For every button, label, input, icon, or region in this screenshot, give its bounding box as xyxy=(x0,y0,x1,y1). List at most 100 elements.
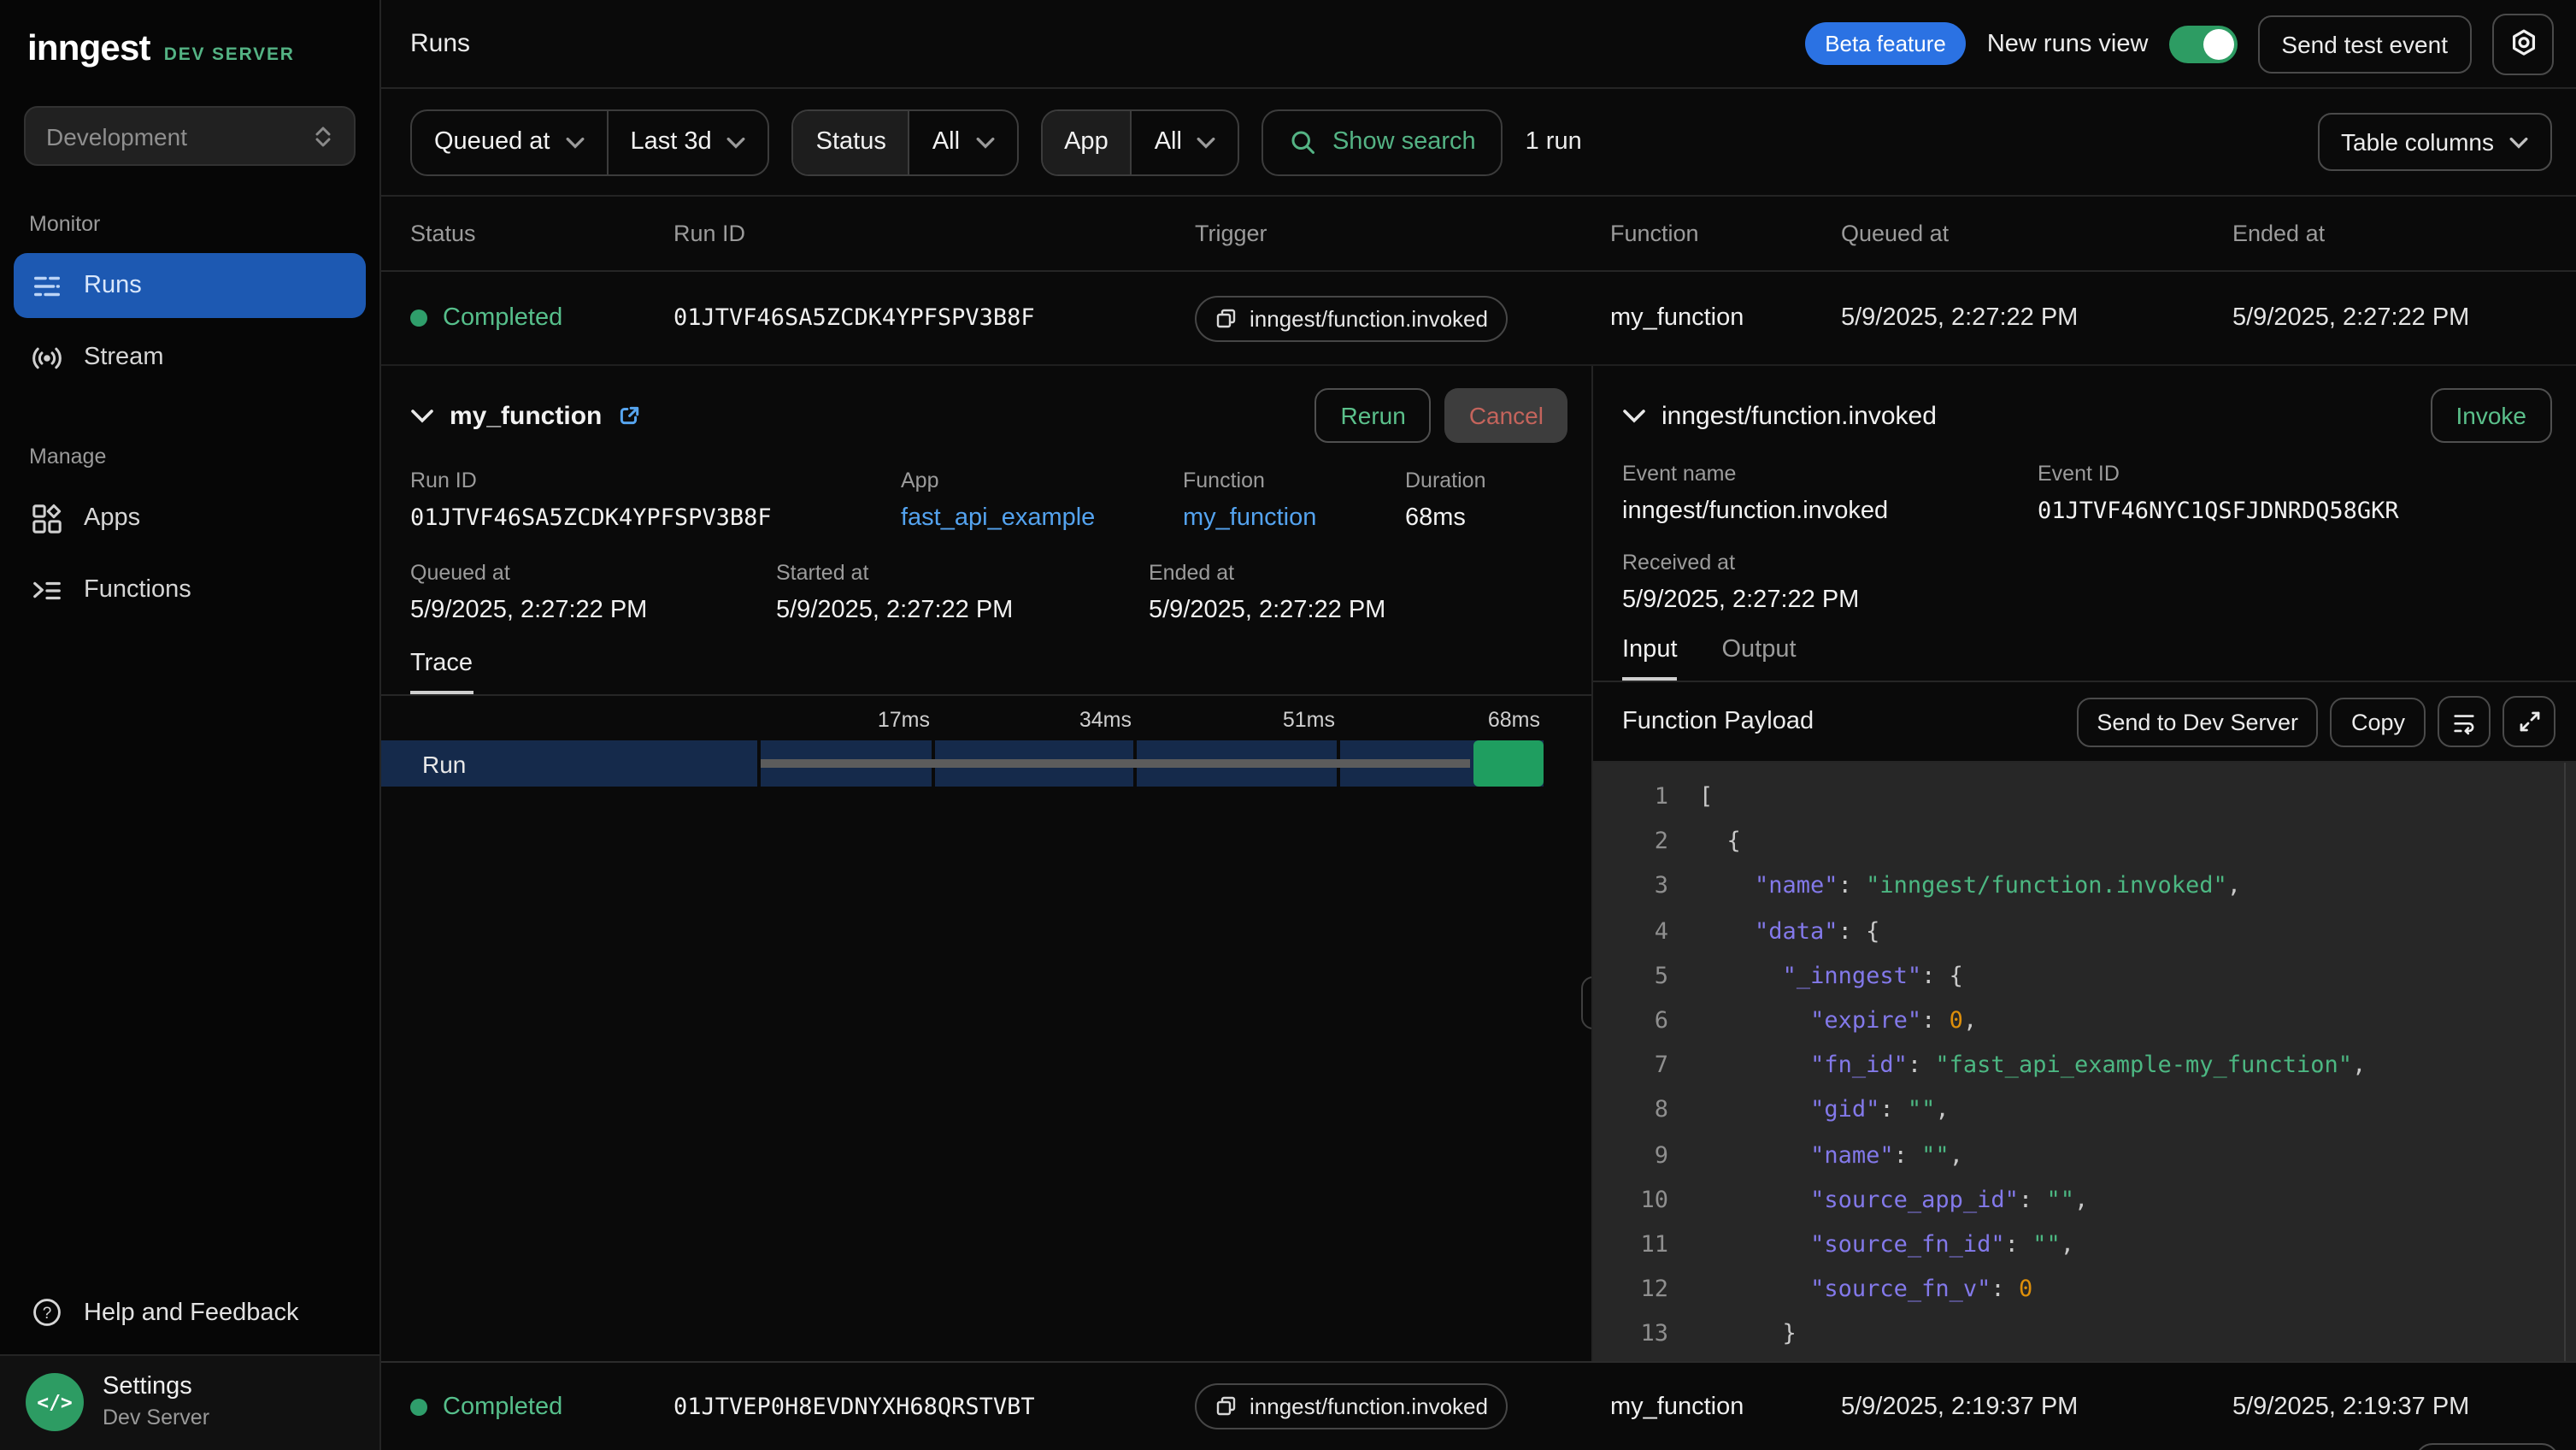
code-line: { xyxy=(1699,819,2576,864)
run-detail-split: my_function Rerun Cancel Run ID 01JTVF46… xyxy=(381,366,2576,1361)
new-runs-view-toggle[interactable] xyxy=(2168,25,2237,62)
app-filter-label-seg[interactable]: App xyxy=(1042,110,1131,174)
page-title: Runs xyxy=(410,29,470,58)
settings-row[interactable]: </> Settings Dev Server xyxy=(0,1354,379,1450)
send-test-event-button[interactable]: Send test event xyxy=(2257,15,2472,73)
event-icon xyxy=(1215,1395,1238,1418)
duration-field: Duration 68ms xyxy=(1405,469,1486,532)
status-label: Completed xyxy=(443,304,562,332)
trace-tabs: Trace xyxy=(381,648,1591,696)
run-id-cell: 01JTVEP0H8EVDNYXH68QRSTVBT xyxy=(673,1393,1195,1420)
function-field: Function my_function xyxy=(1183,469,1405,532)
chevrons-up-down-icon xyxy=(313,124,333,148)
column-header-queued-at: Queued at xyxy=(1841,221,2232,246)
environment-select-value: Development xyxy=(46,122,187,150)
tab-output[interactable]: Output xyxy=(1722,636,1797,681)
queued-at-filter[interactable]: Queued at xyxy=(412,110,606,174)
chevron-down-icon xyxy=(2509,136,2528,148)
function-payload-code[interactable]: 1234567891011121314 [ { "name": "inngest… xyxy=(1593,763,2576,1361)
event-icon xyxy=(1215,307,1238,329)
settings-gear-button[interactable] xyxy=(2492,13,2554,74)
svg-text:?: ? xyxy=(43,1305,52,1323)
help-and-feedback-label: Help and Feedback xyxy=(84,1299,299,1326)
app-filter-value-seg[interactable]: All xyxy=(1131,110,1238,174)
word-wrap-button[interactable] xyxy=(2438,696,2491,747)
app-field-label: App xyxy=(901,469,1183,492)
sidebar-item-apps-label: Apps xyxy=(84,504,140,532)
sidebar-item-apps[interactable]: Apps xyxy=(14,486,366,551)
show-search-button[interactable]: Show search xyxy=(1262,109,1503,175)
app-filter-value: All xyxy=(1155,128,1182,156)
status-dot-completed xyxy=(410,1398,427,1415)
run-detail-pane: my_function Rerun Cancel Run ID 01JTVF46… xyxy=(381,366,1593,1361)
code-line-number: 13 xyxy=(1593,1312,1668,1357)
received-at-field: Received at 5/9/2025, 2:27:22 PM xyxy=(1593,551,2576,614)
duration-field-value: 68ms xyxy=(1405,504,1486,532)
table-row[interactable]: Completed 01JTVF46SA5ZCDK4YPFSPV3B8F inn… xyxy=(381,272,2576,366)
trace-tick: 34ms xyxy=(1079,708,1132,732)
trace-run-row[interactable]: Run xyxy=(381,740,1591,787)
table-columns-button[interactable]: Table columns xyxy=(2317,113,2552,171)
help-and-feedback[interactable]: ? Help and Feedback xyxy=(0,1296,379,1329)
sidebar-bottom: ? Help and Feedback </> Settings Dev Ser… xyxy=(0,1296,379,1450)
collapse-chevron-icon[interactable] xyxy=(1622,408,1646,423)
time-range-filter[interactable]: Last 3d xyxy=(606,110,768,174)
inngest-logo: inngest xyxy=(27,29,150,70)
invoke-button[interactable]: Invoke xyxy=(2431,388,2553,443)
time-filter-group: Queued at Last 3d xyxy=(410,109,770,175)
runs-icon xyxy=(31,269,63,302)
send-to-dev-server-button[interactable]: Send to Dev Server xyxy=(2076,697,2319,746)
event-detail-header: inngest/function.invoked Invoke xyxy=(1593,383,2576,448)
event-name-field-value: inngest/function.invoked xyxy=(1622,498,2038,525)
tab-input[interactable]: Input xyxy=(1622,636,1678,681)
trigger-pill[interactable]: inngest/function.invoked xyxy=(1195,1383,1509,1429)
filter-bar: Queued at Last 3d Status All xyxy=(381,89,2576,197)
rerun-button[interactable]: Rerun xyxy=(1315,388,1432,443)
status-filter-label-seg[interactable]: Status xyxy=(794,110,909,174)
queued-at-field-label: Queued at xyxy=(410,561,776,585)
code-line-numbers: 1234567891011121314 xyxy=(1593,775,1668,1361)
code-line-number: 10 xyxy=(1593,1178,1668,1223)
function-cell: my_function xyxy=(1610,304,1841,332)
top-bar-actions: Beta feature New runs view Send test eve… xyxy=(1804,13,2554,74)
sidebar-item-stream[interactable]: Stream xyxy=(14,325,366,390)
sidebar-item-functions[interactable]: Functions xyxy=(14,557,366,622)
code-line: "_inngest": { xyxy=(1699,954,2576,999)
table-row[interactable]: Completed 01JTVEP0H8EVDNYXH68QRSTVBT inn… xyxy=(381,1361,2576,1450)
queued-at-filter-label: Queued at xyxy=(434,128,550,156)
status-filter-value-seg[interactable]: All xyxy=(909,110,1016,174)
code-line-number: 12 xyxy=(1593,1267,1668,1311)
code-line: "data": { xyxy=(1699,909,2576,953)
code-scrollbar[interactable] xyxy=(2564,763,2576,1361)
trigger-pill[interactable]: inngest/function.invoked xyxy=(1195,295,1509,341)
collapse-chevron-icon[interactable] xyxy=(410,408,434,423)
inngest-dev-server-app: inngest DEV SERVER Development Monitor R… xyxy=(0,0,2576,1450)
code-line: "expire": 0, xyxy=(1699,999,2576,1043)
run-id-field-label: Run ID xyxy=(410,469,901,492)
chevron-down-icon xyxy=(1197,136,1216,148)
code-line-number: 4 xyxy=(1593,909,1668,953)
run-id-field-value: 01JTVF46SA5ZCDK4YPFSPV3B8F xyxy=(410,504,901,532)
started-at-field-label: Started at xyxy=(776,561,1149,585)
tab-trace[interactable]: Trace xyxy=(410,650,473,694)
app-field-link[interactable]: fast_api_example xyxy=(901,504,1183,532)
settings-text: Settings Dev Server xyxy=(103,1373,209,1429)
environment-select[interactable]: Development xyxy=(24,106,356,166)
trace-tick-row: 17ms 34ms 51ms 68ms xyxy=(381,696,1591,740)
expand-button[interactable] xyxy=(2502,696,2555,747)
queued-at-field: Queued at 5/9/2025, 2:27:22 PM xyxy=(410,561,776,624)
code-line: [ xyxy=(1699,775,2576,819)
pane-resize-handle[interactable] xyxy=(1581,976,1593,1029)
cancel-button[interactable]: Cancel xyxy=(1445,388,1567,443)
ended-at-field: Ended at 5/9/2025, 2:27:22 PM xyxy=(1149,561,1385,624)
trigger-cell: inngest/function.invoked xyxy=(1195,1383,1610,1429)
runs-table-header: Status Run ID Trigger Function Queued at… xyxy=(381,197,2576,272)
function-field-link[interactable]: my_function xyxy=(1183,504,1405,532)
table-columns-label: Table columns xyxy=(2341,128,2494,156)
sidebar-item-runs[interactable]: Runs xyxy=(14,253,366,318)
event-name-field-label: Event name xyxy=(1622,462,2038,486)
external-link-icon[interactable] xyxy=(617,404,641,427)
code-line: "fn_id": "fast_api_example-my_function", xyxy=(1699,1043,2576,1088)
copy-button[interactable]: Copy xyxy=(2331,697,2426,746)
code-line: } xyxy=(1699,1312,2576,1357)
